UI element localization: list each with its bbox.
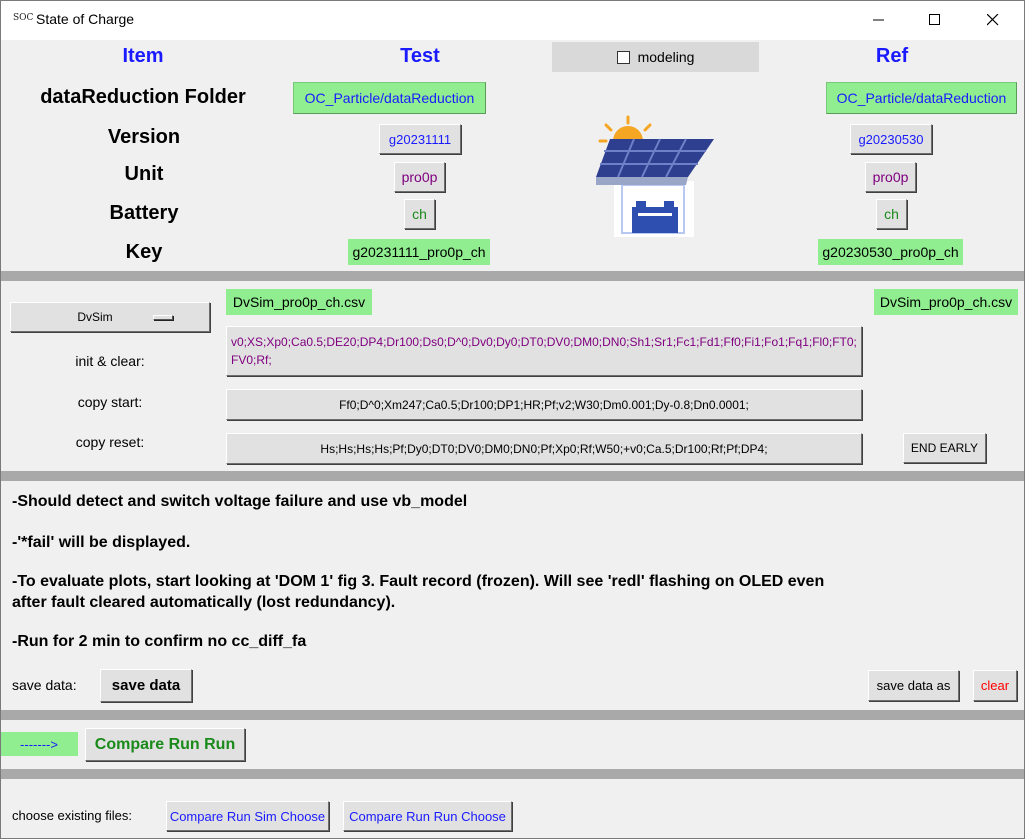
- compare-arrow: ------->: [0, 732, 78, 756]
- separator-1: [0, 271, 1025, 281]
- compare-run-run-choose-button[interactable]: Compare Run Run Choose: [343, 801, 512, 831]
- maximize-button[interactable]: [912, 0, 958, 40]
- ref-battery-button[interactable]: ch: [876, 199, 907, 229]
- note-line-3a: -To evaluate plots, start looking at 'DO…: [12, 573, 825, 590]
- save-data-label: save data:: [12, 677, 77, 693]
- minimize-button[interactable]: [856, 0, 902, 40]
- minimize-icon: [873, 19, 884, 21]
- ref-unit-button[interactable]: pro0p: [865, 162, 916, 192]
- sim-selector-dropdown[interactable]: DvSim: [10, 302, 210, 332]
- test-version-button[interactable]: g20231111: [379, 124, 461, 154]
- close-icon: [987, 14, 999, 26]
- copy-start-label: copy start:: [77, 394, 143, 410]
- clear-button[interactable]: clear: [973, 670, 1017, 701]
- test-sim-file: DvSim_pro0p_ch.csv: [226, 289, 372, 315]
- note-line-4: -Run for 2 min to confirm no cc_diff_fa: [12, 633, 307, 650]
- item-header: Item: [122, 45, 164, 67]
- test-key-value: g20231111_pro0p_ch: [348, 239, 490, 265]
- separator-2: [0, 471, 1025, 481]
- separator-4: [0, 769, 1025, 779]
- end-early-button[interactable]: END EARLY: [903, 433, 986, 463]
- choose-files-label: choose existing files:: [12, 808, 132, 823]
- separator-3: [0, 710, 1025, 720]
- note-line-2: -'*fail' will be displayed.: [12, 534, 191, 551]
- test-folder-button[interactable]: OC_Particle/dataReduction: [293, 82, 486, 114]
- init-clear-button[interactable]: v0;XS;Xp0;Ca0.5;DE20;DP4;Dr100;Ds0;D^0;D…: [226, 326, 862, 376]
- ref-sim-file: DvSim_pro0p_ch.csv: [874, 289, 1018, 315]
- key-label: Key: [125, 241, 163, 263]
- modeling-checkbox[interactable]: modeling: [552, 42, 759, 72]
- compare-run-sim-choose-button[interactable]: Compare Run Sim Choose: [166, 801, 329, 831]
- dropdown-indicator-icon: [152, 314, 173, 320]
- sim-selector-value: DvSim: [77, 310, 113, 324]
- save-data-as-button[interactable]: save data as: [868, 670, 959, 701]
- test-battery-button[interactable]: ch: [404, 199, 435, 229]
- copy-reset-label: copy reset:: [75, 434, 145, 450]
- copy-reset-button[interactable]: Hs;Hs;Hs;Hs;Pf;Dy0;DT0;DV0;DM0;DN0;Pf;Xp…: [226, 433, 862, 464]
- ref-header: Ref: [875, 45, 909, 67]
- test-header: Test: [400, 45, 440, 67]
- save-data-button[interactable]: save data: [100, 669, 192, 702]
- version-label: Version: [107, 126, 181, 148]
- soc-app-icon: SOC: [13, 13, 34, 23]
- title-bar: SOC State of Charge: [0, 0, 1025, 40]
- close-button[interactable]: [970, 0, 1016, 40]
- copy-start-button[interactable]: Ff0;D^0;Xm247;Ca0.5;Dr100;DP1;HR;Pf;v2;W…: [226, 389, 862, 420]
- battery-label: Battery: [109, 202, 179, 224]
- window-title: State of Charge: [36, 11, 135, 27]
- checkbox-box[interactable]: [616, 50, 630, 64]
- unit-label: Unit: [124, 163, 164, 185]
- maximize-icon: [929, 14, 940, 25]
- ref-folder-button[interactable]: OC_Particle/dataReduction: [826, 82, 1017, 114]
- ref-key-value: g20230530_pro0p_ch: [818, 239, 963, 265]
- test-unit-button[interactable]: pro0p: [394, 162, 445, 192]
- ref-version-button[interactable]: g20230530: [850, 124, 932, 154]
- folder-label: dataReduction Folder: [40, 86, 246, 108]
- compare-run-run-button[interactable]: Compare Run Run: [85, 728, 245, 761]
- note-line-1: -Should detect and switch voltage failur…: [12, 493, 468, 510]
- solar-panel-icon: [596, 115, 714, 237]
- init-clear-label: init & clear:: [75, 353, 145, 369]
- note-line-3b: after fault cleared automatically (lost …: [12, 594, 396, 611]
- modeling-label: modeling: [637, 49, 695, 65]
